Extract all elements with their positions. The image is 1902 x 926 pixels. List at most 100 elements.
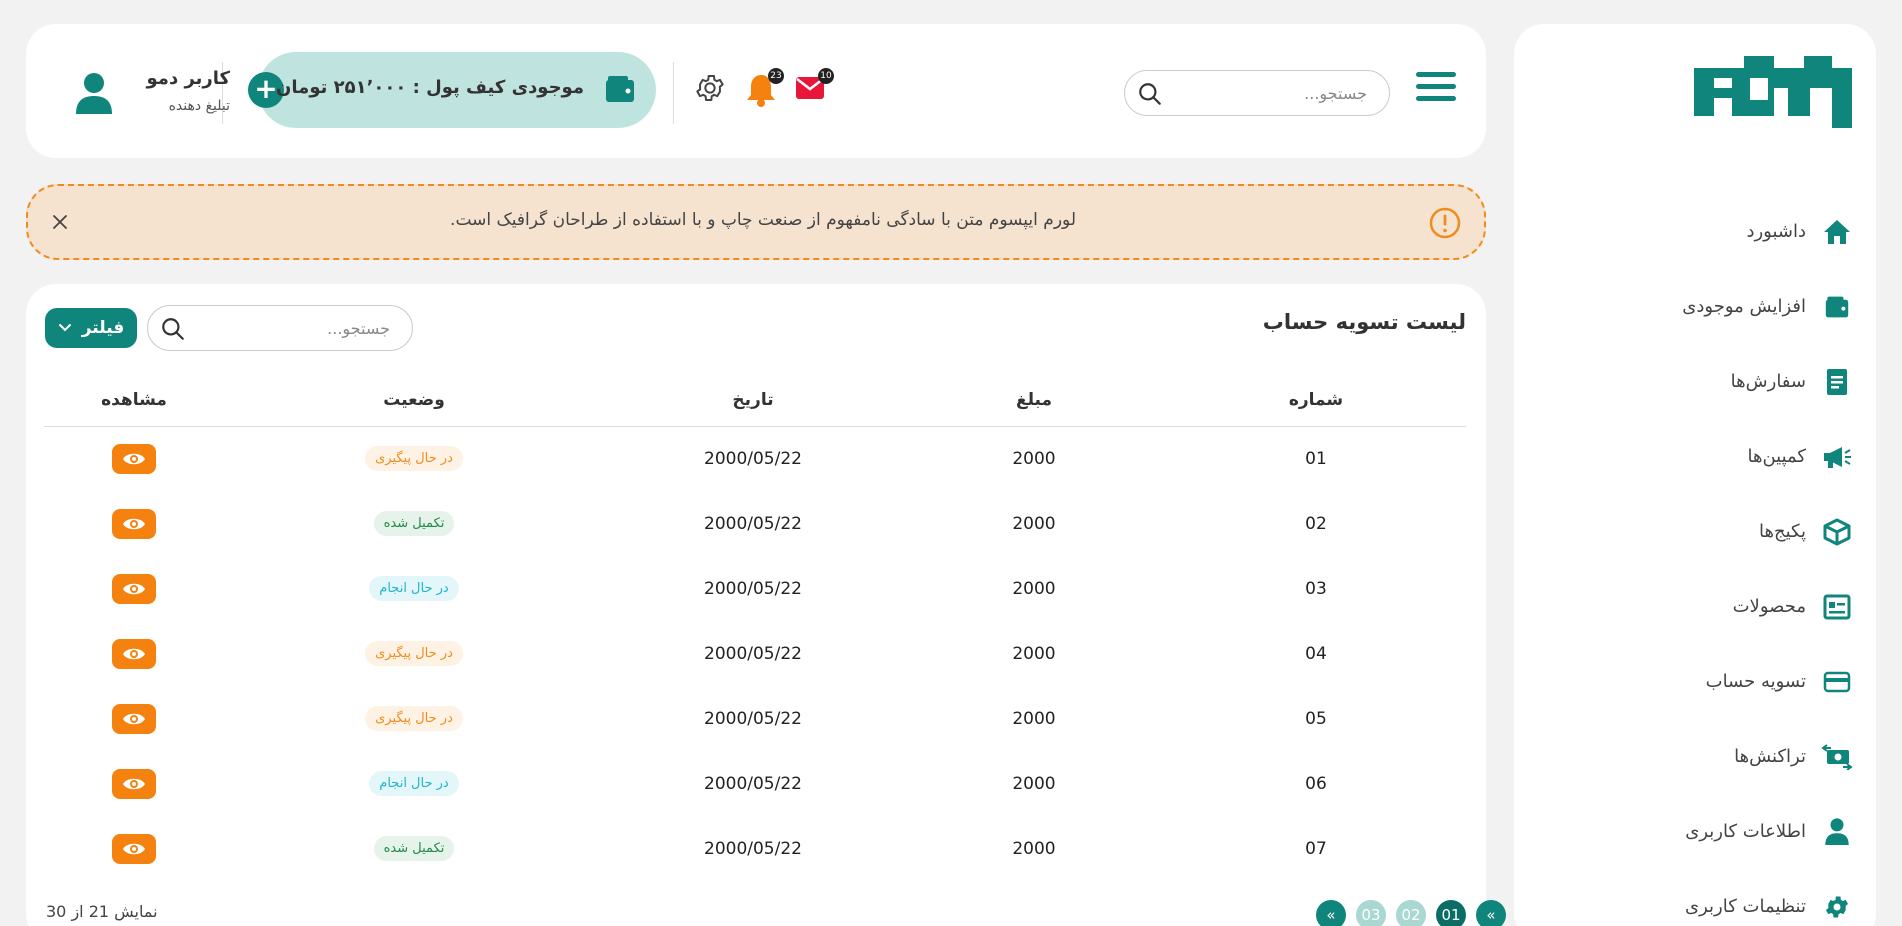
table-header-row: شماره مبلغ تاریخ وضعیت مشاهده: [44, 374, 1466, 427]
sidebar-item[interactable]: افزایش موجودی: [1514, 269, 1876, 344]
search-icon[interactable]: [1137, 81, 1163, 107]
panel-title: لیست تسویه حساب: [1262, 310, 1466, 334]
pagination: « 03 02 01 «: [1316, 900, 1506, 926]
cell-status: تکمیل شده: [224, 816, 604, 881]
sidebar-item[interactable]: داشبورد: [1514, 194, 1876, 269]
box-icon: [1820, 515, 1854, 549]
notification-count-badge: 23: [768, 68, 784, 84]
column-header: تاریخ: [604, 374, 902, 427]
cell-amount: 2000: [1012, 773, 1056, 794]
cell-view: [44, 621, 224, 686]
user-name: کاربر دمو: [146, 68, 230, 89]
cell-id: 01: [1305, 448, 1327, 469]
eye-icon: [123, 583, 145, 594]
view-button[interactable]: [112, 638, 156, 669]
top-header: 10 23 + موجودی کیف پول : ۲۵۱٬۰۰۰ تومان ک…: [26, 24, 1486, 158]
product-list-icon: [1820, 590, 1854, 624]
sidebar-item-label: افزایش موجودی: [1682, 296, 1806, 317]
pagination-page[interactable]: 02: [1396, 900, 1426, 926]
pagination-page[interactable]: 03: [1356, 900, 1386, 926]
sidebar-item[interactable]: تنظیمات کاربری: [1514, 869, 1876, 926]
cell-id: 02: [1305, 513, 1327, 534]
view-button[interactable]: [112, 573, 156, 604]
sidebar-item-label: تراکنش‌ها: [1734, 746, 1806, 767]
table-row: 03 2000 2000/05/22 در حال انجام: [44, 556, 1466, 621]
sidebar-item[interactable]: کمپین‌ها: [1514, 419, 1876, 494]
filter-label: فیلتر: [81, 318, 125, 338]
eye-icon: [123, 843, 145, 854]
pagination-first-button[interactable]: «: [1316, 900, 1346, 926]
credit-card-icon: [1820, 665, 1854, 699]
mail-button[interactable]: 10: [790, 68, 834, 108]
sidebar-item[interactable]: تراکنش‌ها: [1514, 719, 1876, 794]
table-row: 02 2000 2000/05/22 تکمیل شده: [44, 491, 1466, 556]
table-row: 06 2000 2000/05/22 در حال انجام: [44, 751, 1466, 816]
cell-amount: 2000: [1012, 838, 1056, 859]
cell-id: 06: [1305, 773, 1327, 794]
cell-id: 07: [1305, 838, 1327, 859]
sidebar-item-label: کمپین‌ها: [1747, 446, 1806, 467]
view-button[interactable]: [112, 443, 156, 474]
table-search-input[interactable]: [212, 306, 412, 350]
view-button[interactable]: [112, 833, 156, 864]
cell-view: [44, 816, 224, 881]
header-search[interactable]: [1124, 70, 1390, 116]
pagination-current-page[interactable]: 01: [1436, 900, 1466, 926]
header-divider: [673, 62, 674, 124]
cell-date: 2000/05/22: [704, 838, 802, 859]
sidebar-item[interactable]: سفارش‌ها: [1514, 344, 1876, 419]
user-icon: [1820, 815, 1854, 849]
user-role: تبلیغ دهنده: [168, 98, 230, 114]
status-badge: در حال پیگیری: [365, 706, 463, 731]
cell-status: در حال پیگیری: [224, 686, 604, 751]
status-badge: تکمیل شده: [373, 511, 455, 536]
cell-amount: 2000: [1012, 448, 1056, 469]
warning-icon: [1429, 207, 1461, 239]
view-button[interactable]: [112, 703, 156, 734]
search-icon[interactable]: [160, 316, 186, 342]
cell-date: 2000/05/22: [704, 708, 802, 729]
wallet-balance-text: موجودی کیف پول : ۲۵۱٬۰۰۰ تومان: [276, 77, 584, 98]
view-button[interactable]: [112, 768, 156, 799]
sidebar-nav: داشبورد افزایش موجودی سفارش‌ها کمپین‌ها پکیج…: [1514, 194, 1876, 926]
user-profile[interactable]: کاربر دمو تبلیغ دهنده: [70, 68, 230, 120]
pagination-next-button[interactable]: «: [1476, 900, 1506, 926]
sidebar-item[interactable]: تسویه حساب: [1514, 644, 1876, 719]
table-row: 07 2000 2000/05/22 تکمیل شده: [44, 816, 1466, 881]
cell-amount: 2000: [1012, 708, 1056, 729]
status-badge: در حال انجام: [369, 771, 459, 796]
sidebar-item-label: تسویه حساب: [1705, 671, 1806, 692]
header-search-input[interactable]: [1189, 71, 1389, 115]
settlement-table: شماره مبلغ تاریخ وضعیت مشاهده 01 2000 2000…: [44, 374, 1466, 881]
hamburger-menu-icon[interactable]: [1416, 72, 1456, 110]
megaphone-icon: [1820, 440, 1854, 474]
notification-button[interactable]: 23: [740, 68, 784, 108]
settlement-panel: لیست تسویه حساب فیلتر شماره مبلغ تاریخ و…: [26, 284, 1506, 926]
wallet-balance: + موجودی کیف پول : ۲۵۱٬۰۰۰ تومان: [248, 52, 656, 128]
settings-button[interactable]: [688, 72, 726, 108]
sidebar-item-label: داشبورد: [1746, 221, 1806, 242]
cell-id: 03: [1305, 578, 1327, 599]
cell-status: در حال انجام: [224, 751, 604, 816]
view-button[interactable]: [112, 508, 156, 539]
eye-icon: [123, 778, 145, 789]
cell-date: 2000/05/22: [704, 578, 802, 599]
cell-view: [44, 426, 224, 491]
cell-view: [44, 491, 224, 556]
status-badge: در حال پیگیری: [365, 641, 463, 666]
cell-view: [44, 556, 224, 621]
filter-button[interactable]: فیلتر: [45, 308, 137, 348]
sidebar-item-label: اطلاعات کاربری: [1685, 821, 1806, 842]
info-alert: لورم ایپسوم متن با سادگی نامفهوم از صنعت…: [26, 184, 1486, 260]
sidebar-item[interactable]: محصولات: [1514, 569, 1876, 644]
close-icon[interactable]: [48, 210, 72, 234]
cell-id: 04: [1305, 643, 1327, 664]
sidebar-item[interactable]: پکیج‌ها: [1514, 494, 1876, 569]
status-badge: در حال پیگیری: [365, 446, 463, 472]
column-header: مبلغ: [902, 374, 1166, 427]
eye-icon: [123, 453, 145, 464]
pagination-total: نمایش 21 از 30: [46, 902, 158, 921]
eye-icon: [123, 518, 145, 529]
table-search[interactable]: [147, 305, 413, 351]
sidebar-item[interactable]: اطلاعات کاربری: [1514, 794, 1876, 869]
